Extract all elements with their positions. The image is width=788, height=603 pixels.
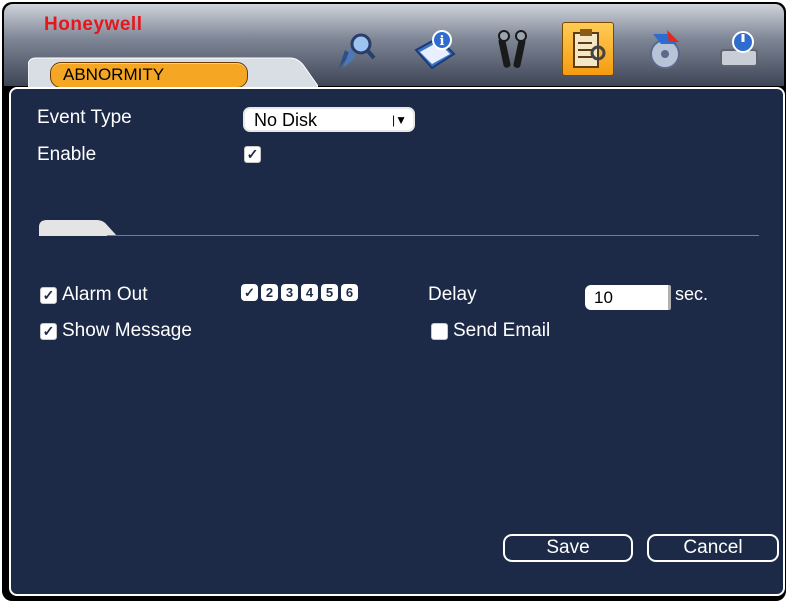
chevron-down-icon: |▼ [392,113,407,127]
group-divider-tab [39,220,117,236]
group-divider-line [107,235,759,236]
delay-input[interactable]: 10 [585,285,671,310]
delay-label: Delay [428,284,477,305]
alarm-channel-2-checkbox[interactable]: 2 [261,284,278,301]
brand-logo: Honeywell [44,14,143,35]
tools-icon[interactable] [488,24,538,76]
event-type-select[interactable]: No Disk |▼ [243,107,415,132]
alarm-out-label: Alarm Out [62,284,148,305]
tab-abnormity-label: ABNORMITY [63,65,165,84]
send-email-label: Send Email [453,320,551,341]
tab-abnormity[interactable]: ABNORMITY [50,62,248,88]
enable-checkbox[interactable]: ✓ [244,146,261,163]
alarm-channel-4-checkbox[interactable]: 4 [301,284,318,301]
alarm-channel-6-checkbox[interactable]: 6 [341,284,358,301]
alarm-channel-5-checkbox[interactable]: 5 [321,284,338,301]
delay-unit-label: sec. [675,284,709,304]
show-message-label: Show Message [62,320,192,341]
show-message-checkbox[interactable]: ✓ [40,323,57,340]
send-email-checkbox[interactable]: ✓ [431,323,448,340]
event-type-value: No Disk [254,110,318,130]
alarm-channel-3-checkbox[interactable]: 3 [281,284,298,301]
enable-label: Enable [37,144,97,165]
svg-text:i: i [440,34,445,49]
shutdown-icon[interactable] [714,24,764,76]
cancel-button[interactable]: Cancel [647,534,779,562]
backup-disk-icon[interactable] [640,24,690,76]
top-menu-bar: Honeywell ABNORMITY i [4,4,784,90]
search-icon[interactable] [330,24,380,76]
event-type-label: Event Type [37,107,132,128]
alarm-channel-1-checkbox[interactable]: ✓ [241,284,258,301]
alarm-out-checkbox[interactable]: ✓ [40,287,57,304]
abnormity-settings-panel: Event Type No Disk |▼ Enable ✓ ✓ Alarm O… [9,87,785,596]
info-book-icon[interactable]: i [410,24,460,76]
advanced-clipboard-icon[interactable] [562,22,614,76]
save-button[interactable]: Save [503,534,633,562]
